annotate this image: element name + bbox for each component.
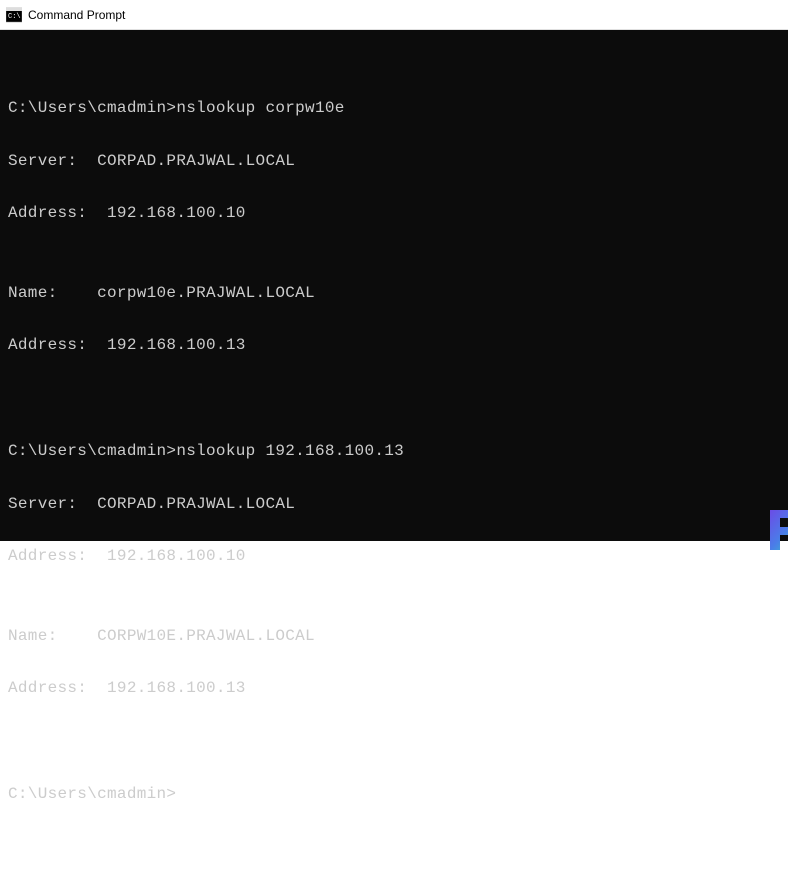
terminal-line: C:\Users\cmadmin>nslookup corpw10e (8, 95, 780, 121)
title-bar[interactable]: C:\ Command Prompt (0, 0, 788, 30)
terminal-line: C:\Users\cmadmin> (8, 781, 780, 807)
terminal-line: C:\Users\cmadmin>nslookup 192.168.100.13 (8, 438, 780, 464)
terminal-line: Name: CORPW10E.PRAJWAL.LOCAL (8, 623, 780, 649)
terminal-line: Address: 192.168.100.13 (8, 332, 780, 358)
terminal-output[interactable]: C:\Users\cmadmin>nslookup corpw10e Serve… (0, 30, 788, 541)
terminal-line: Name: corpw10e.PRAJWAL.LOCAL (8, 280, 780, 306)
terminal-line: Address: 192.168.100.10 (8, 200, 780, 226)
terminal-line: Server: CORPAD.PRAJWAL.LOCAL (8, 491, 780, 517)
cmd-icon: C:\ (6, 7, 22, 23)
svg-text:C:\: C:\ (8, 13, 21, 21)
terminal-line: Address: 192.168.100.10 (8, 543, 780, 569)
watermark-logo (718, 476, 773, 531)
terminal-line: Server: CORPAD.PRAJWAL.LOCAL (8, 148, 780, 174)
terminal-line: Address: 192.168.100.13 (8, 675, 780, 701)
window-title: Command Prompt (28, 8, 125, 22)
